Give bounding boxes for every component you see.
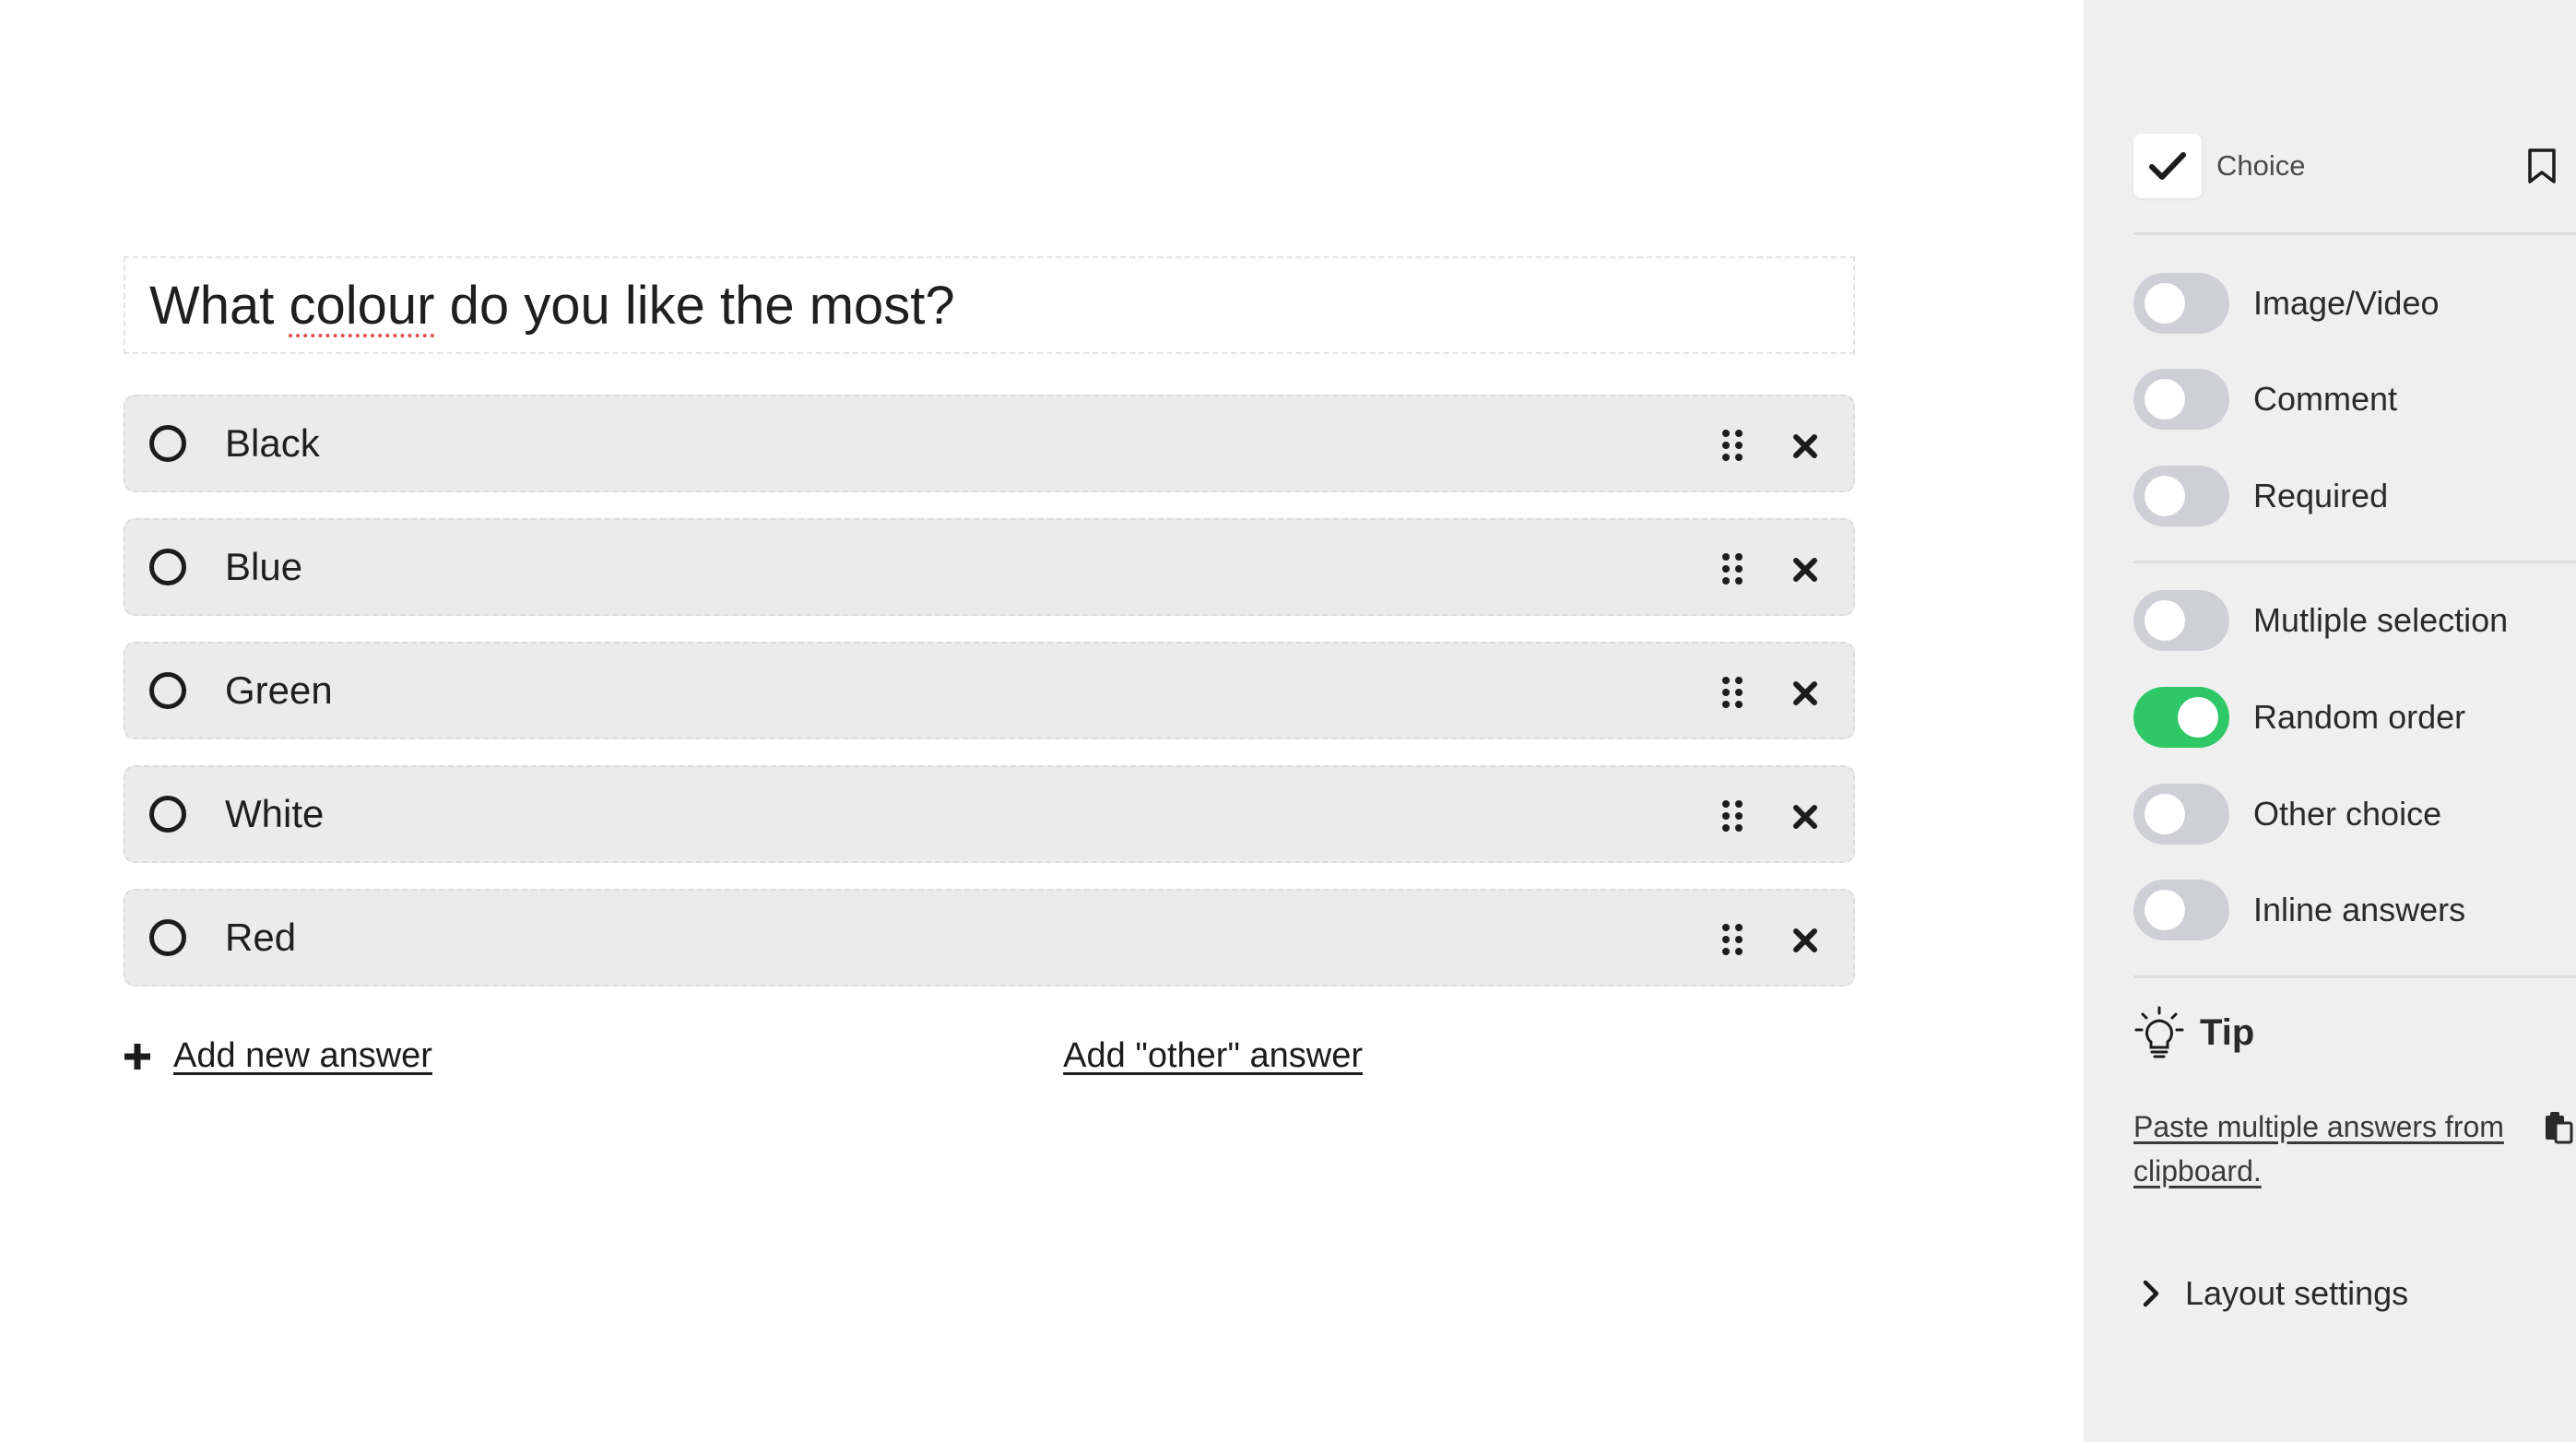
toggle-multiple-selection[interactable]: Mutliple selection xyxy=(2133,590,2508,651)
answer-label[interactable]: Red xyxy=(225,916,296,960)
close-icon[interactable] xyxy=(1792,557,1818,583)
divider xyxy=(2133,975,2576,978)
toggle-switch[interactable] xyxy=(2133,880,2229,940)
toggle-required[interactable]: Required xyxy=(2133,466,2388,526)
drag-handle-icon[interactable] xyxy=(1720,675,1744,710)
toggle-random-order[interactable]: Random order xyxy=(2133,687,2465,748)
toggle-switch[interactable] xyxy=(2133,784,2229,845)
toggle-inline-answers[interactable]: Inline answers xyxy=(2133,880,2465,940)
paste-from-clipboard-link[interactable]: Paste multiple answers from clipboard. xyxy=(2133,1105,2576,1193)
close-icon[interactable] xyxy=(1792,804,1818,830)
checkmark-icon xyxy=(2149,152,2186,180)
toggle-knob xyxy=(2145,600,2185,641)
question-type-selector[interactable]: Choice xyxy=(2133,133,2576,199)
toggle-label: Random order xyxy=(2253,698,2466,736)
layout-settings-label: Layout settings xyxy=(2185,1274,2409,1312)
toggle-label: Other choice xyxy=(2253,795,2442,833)
add-new-answer-label[interactable]: Add new answer xyxy=(173,1036,432,1076)
close-icon[interactable] xyxy=(1792,928,1818,953)
toggle-knob xyxy=(2145,476,2185,516)
answer-row[interactable]: Black xyxy=(124,395,1855,492)
answer-label[interactable]: Green xyxy=(225,668,333,713)
drag-handle-icon[interactable] xyxy=(1720,551,1744,586)
close-icon[interactable] xyxy=(1792,680,1818,706)
toggle-knob xyxy=(2145,890,2185,930)
toggle-switch[interactable] xyxy=(2133,369,2229,430)
settings-panel: Choice Image/Video Comment Required Mutl… xyxy=(2084,0,2576,1442)
toggle-knob xyxy=(2145,283,2185,324)
answer-row[interactable]: Green xyxy=(124,642,1855,739)
layout-settings-toggle[interactable]: Layout settings xyxy=(2141,1274,2408,1313)
question-type-icon-box[interactable] xyxy=(2133,134,2202,198)
toggle-knob xyxy=(2145,794,2185,834)
drag-handle-icon[interactable] xyxy=(1720,922,1744,957)
radio-circle-icon xyxy=(149,672,186,709)
question-text-misspelled: colour xyxy=(289,275,435,336)
question-editor: What colour do you like the most? Black … xyxy=(0,0,2084,1442)
tip-header: Tip xyxy=(2133,1005,2254,1060)
question-text-suffix: do you like the most? xyxy=(434,275,955,336)
toggle-label: Comment xyxy=(2253,380,2398,418)
chevron-right-icon xyxy=(2143,1280,2159,1307)
toggle-label: Required xyxy=(2253,477,2389,514)
answer-row[interactable]: Red xyxy=(124,889,1855,987)
toggle-knob xyxy=(2178,697,2218,738)
answer-row[interactable]: White xyxy=(124,765,1855,863)
toggle-label: Image/Video xyxy=(2253,284,2440,322)
lightbulb-icon xyxy=(2134,1006,2184,1058)
radio-circle-icon xyxy=(149,425,186,462)
toggle-switch[interactable] xyxy=(2133,466,2229,526)
divider xyxy=(2133,232,2576,235)
toggle-knob xyxy=(2145,379,2185,420)
clipboard-icon xyxy=(2546,1112,2573,1144)
plus-icon xyxy=(124,1043,150,1070)
question-text-prefix: What xyxy=(149,275,290,336)
radio-circle-icon xyxy=(149,919,186,956)
answer-label[interactable]: White xyxy=(225,792,324,836)
toggle-switch[interactable] xyxy=(2133,273,2229,334)
close-icon[interactable] xyxy=(1792,433,1818,459)
add-new-answer-button[interactable]: Add new answer xyxy=(122,1036,432,1076)
question-type-label: Choice xyxy=(2216,149,2306,182)
question-title-field[interactable]: What colour do you like the most? xyxy=(124,256,1855,354)
answer-label[interactable]: Black xyxy=(225,421,320,466)
drag-handle-icon[interactable] xyxy=(1720,798,1744,833)
answer-list: Black Blue Green White Red xyxy=(124,395,1855,1012)
toggle-other-choice[interactable]: Other choice xyxy=(2133,784,2441,845)
toggle-switch[interactable] xyxy=(2133,687,2229,748)
add-other-answer-button[interactable]: Add "other" answer xyxy=(1063,1036,1363,1076)
answer-label[interactable]: Blue xyxy=(225,545,302,589)
bookmark-icon[interactable] xyxy=(2526,148,2558,184)
answer-row[interactable]: Blue xyxy=(124,518,1855,616)
drag-handle-icon[interactable] xyxy=(1720,428,1744,463)
radio-circle-icon xyxy=(149,549,186,585)
divider xyxy=(2133,561,2576,563)
toggle-comment[interactable]: Comment xyxy=(2133,369,2397,430)
toggle-label: Mutliple selection xyxy=(2253,601,2509,639)
toggle-switch[interactable] xyxy=(2133,590,2229,651)
radio-circle-icon xyxy=(149,796,186,833)
toggle-label: Inline answers xyxy=(2253,891,2466,928)
add-other-answer-label[interactable]: Add "other" answer xyxy=(1063,1036,1363,1075)
toggle-image-video[interactable]: Image/Video xyxy=(2133,273,2439,334)
tip-title: Tip xyxy=(2200,1011,2255,1053)
paste-from-clipboard-label[interactable]: Paste multiple answers from clipboard. xyxy=(2133,1110,2504,1188)
